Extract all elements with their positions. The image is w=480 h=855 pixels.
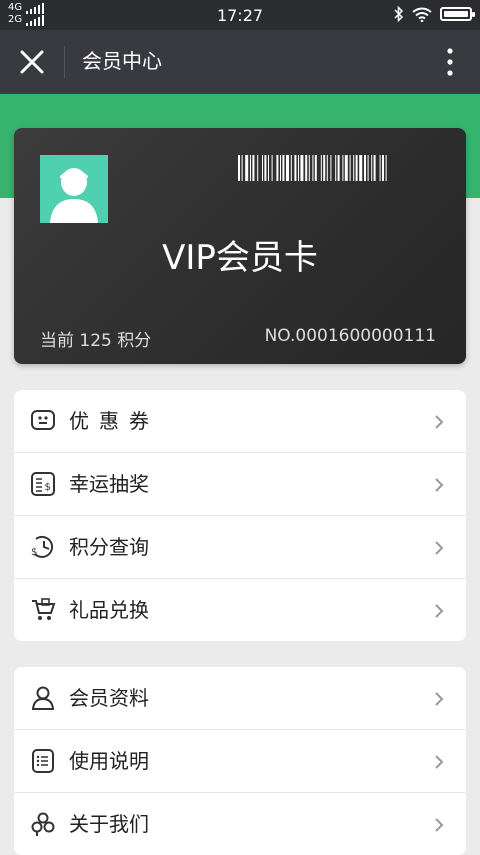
menu-item-coupons[interactable]: 优惠券 xyxy=(14,390,466,453)
close-icon[interactable] xyxy=(18,50,46,74)
menu-item-member-profile[interactable]: 会员资料 xyxy=(14,667,466,730)
battery-icon xyxy=(440,7,475,21)
chevron-right-icon xyxy=(435,604,444,618)
menu-item-about-us[interactable]: 关于我们 xyxy=(14,793,466,855)
menu-item-instructions[interactable]: 使用说明 xyxy=(14,730,466,793)
lottery-icon: $ xyxy=(31,472,55,496)
menu-item-label: 使用说明 xyxy=(69,749,149,773)
vip-card[interactable]: VIP会员卡 当前 125 积分 NO.0001600000111 xyxy=(14,128,466,364)
svg-text:$: $ xyxy=(31,547,37,558)
chevron-right-icon xyxy=(435,415,444,429)
barcode-icon xyxy=(238,155,387,181)
menu-item-label: 幸运抽奖 xyxy=(69,472,149,496)
instructions-icon xyxy=(32,749,54,773)
wifi-icon xyxy=(412,7,432,22)
status-bar: 4G 2G 17:27 xyxy=(0,0,480,30)
points-history-icon: $ xyxy=(31,535,54,558)
card-title: VIP会员卡 xyxy=(162,238,318,278)
menu-item-label: 会员资料 xyxy=(69,686,149,710)
menu-item-label: 关于我们 xyxy=(69,812,149,836)
menu-item-label: 积分查询 xyxy=(69,535,149,559)
bluetooth-icon xyxy=(394,6,404,22)
page-title: 会员中心 xyxy=(82,49,162,73)
more-vertical-icon[interactable] xyxy=(444,46,456,78)
user-profile-icon xyxy=(31,686,55,710)
menu-item-points-query[interactable]: $ 积分查询 xyxy=(14,516,466,579)
header-divider xyxy=(64,46,65,78)
chevron-right-icon xyxy=(435,478,444,492)
menu-item-lottery[interactable]: $ 幸运抽奖 xyxy=(14,453,466,516)
chevron-right-icon xyxy=(435,541,444,555)
chevron-right-icon xyxy=(435,692,444,706)
coupon-icon xyxy=(31,410,55,430)
gift-cart-icon xyxy=(32,598,56,620)
menu-group-info: 会员资料 使用说明 关于我们 xyxy=(14,667,466,855)
chevron-right-icon xyxy=(435,755,444,769)
user-avatar-icon xyxy=(40,155,108,223)
app-header: 会员中心 xyxy=(0,30,480,94)
card-number: NO.0001600000111 xyxy=(264,326,436,346)
about-us-icon xyxy=(31,812,55,836)
svg-text:$: $ xyxy=(45,482,51,493)
menu-item-label: 礼品兑换 xyxy=(69,598,149,622)
menu-item-gift-exchange[interactable]: 礼品兑换 xyxy=(14,579,466,641)
chevron-right-icon xyxy=(435,818,444,832)
card-points: 当前 125 积分 xyxy=(40,331,152,351)
menu-group-rewards: 优惠券 $ 幸运抽奖 $ 积分查询 礼品兑换 xyxy=(14,390,466,641)
menu-item-label: 优惠券 xyxy=(69,409,159,433)
